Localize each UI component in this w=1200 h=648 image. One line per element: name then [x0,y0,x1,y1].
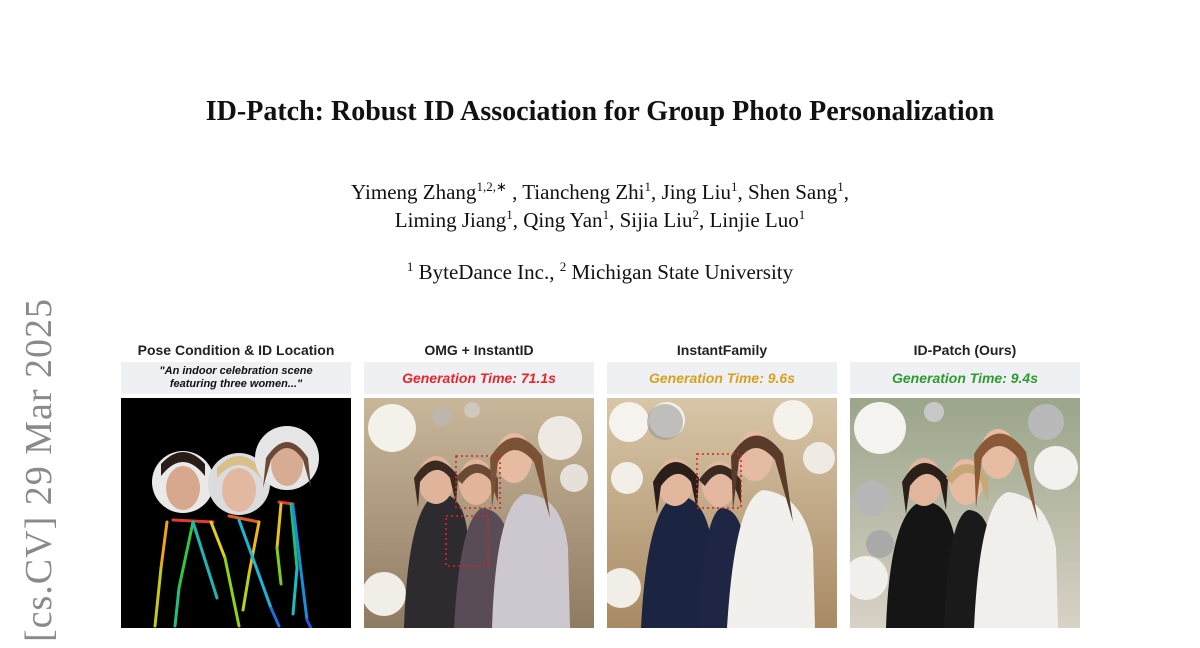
generation-time-caption: Generation Time: 9.6s [607,362,837,394]
author-name: Qing Yan [523,208,603,232]
author-name: Jing Liu [661,180,731,204]
author-sep: , [843,180,849,204]
generation-time-caption: Generation Time: 71.1s [364,362,594,394]
arxiv-stamp: [cs.CV] 29 Mar 2025 [0,297,84,643]
panel-title: InstantFamily [676,342,768,358]
panel-title: Pose Condition & ID Location [137,342,335,358]
omg-result-image [364,398,594,628]
prompt-caption: "An indoor celebration scene featuring t… [121,362,351,394]
author-sep: , [698,208,710,232]
author-list: Yimeng Zhang1,2,∗ , Tiancheng Zhi 1, Jing… [0,178,1200,234]
affiliations: 1 ByteDance Inc., 2 Michigan State Unive… [0,260,1200,285]
author-name: Sijia Liu [619,208,693,232]
affil-sep: , [549,260,560,284]
face-circle-right [255,426,319,490]
idpatch-result-image [850,398,1080,628]
author-sep: , [651,180,662,204]
pose-condition-image [121,398,351,628]
affil-name: ByteDance Inc. [418,260,550,284]
affil-sup: 1 [406,259,414,274]
generation-time-text: Generation Time: 71.1s [402,370,556,386]
author-name: Linjie Luo [709,208,799,232]
author-affil-sup: 1 [798,207,806,222]
panel-title: ID-Patch (Ours) [913,342,1017,358]
author-name: Shen Sang [747,180,838,204]
affil-name: Michigan State University [571,260,794,284]
author-name: Liming Jiang [394,208,507,232]
generation-time-text: Generation Time: 9.4s [891,370,1038,386]
author-line-1: Yimeng Zhang1,2,∗ , Tiancheng Zhi1, Jing… [0,178,1200,206]
figure-panel-pose: Pose Condition & ID Location "An indoor … [121,340,351,628]
generation-time-caption: Generation Time: 9.4s [850,362,1080,394]
affil-sup: 2 [559,259,567,274]
author-sep: , [609,208,620,232]
author-sep: , [737,180,748,204]
figure-panel-omg: OMG + InstantID Generation Time: 71.1s [364,340,594,628]
author-name: Yimeng Zhang [351,180,477,204]
figure-panel-instantfamily: InstantFamily Generation Time: 9.6s [607,340,837,628]
author-sep: , [506,180,523,204]
figure-panel-idpatch: ID-Patch (Ours) Generation Time: 9.4s [850,340,1080,628]
paper-title: ID-Patch: Robust ID Association for Grou… [205,96,995,127]
author-sep: , [512,208,524,232]
panel-title: OMG + InstantID [424,342,534,358]
author-line-2: Liming Jiang1, Qing Yan1, Sijia Liu2, Li… [0,206,1200,234]
author-name: Tiancheng Zhi [522,180,645,204]
author-affil-sup: 1,2,∗ [476,179,507,194]
face-circle-left [152,451,214,513]
instantfamily-result-image [607,398,837,628]
generation-time-text: Generation Time: 9.6s [648,370,795,386]
prompt-text: "An indoor celebration scene featuring t… [159,365,313,390]
arxiv-stamp-text: [cs.CV] 29 Mar 2025 [18,297,60,643]
